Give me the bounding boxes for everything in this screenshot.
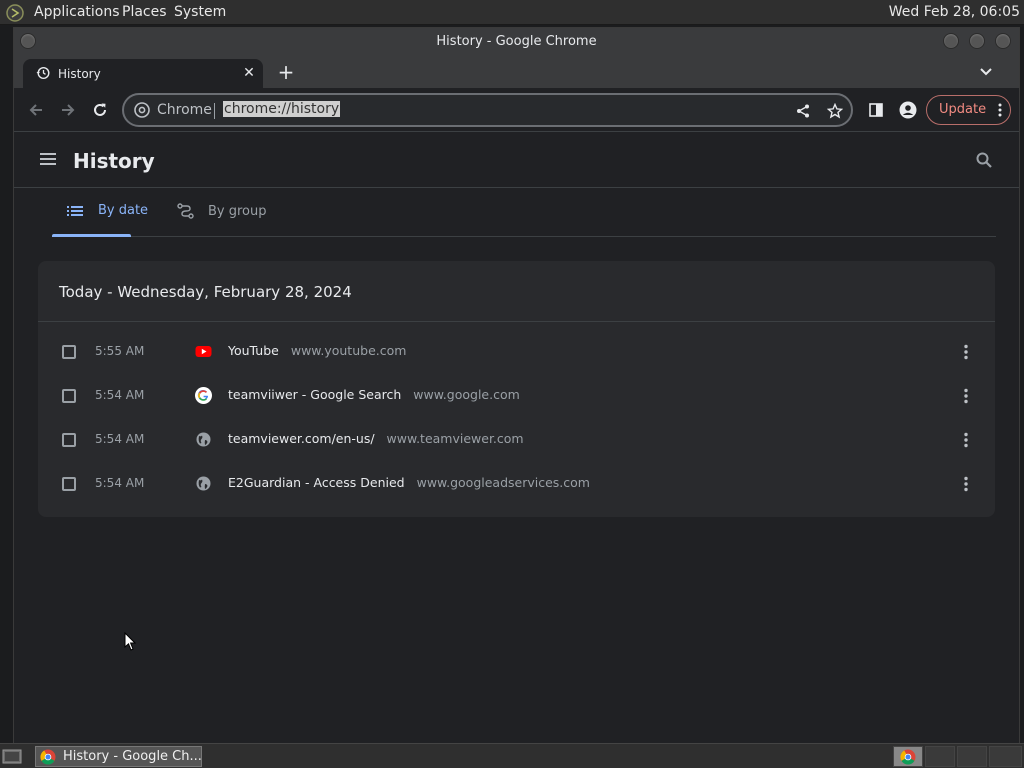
menu-hamburger-icon[interactable] [40,152,56,166]
entry-link[interactable]: teamviewer.com/en-us/www.teamviewer.com [228,431,524,446]
taskbar-window-label: History - Google Ch... [63,749,202,764]
entry-checkbox[interactable] [62,389,76,403]
clock[interactable]: Wed Feb 28, 06:05 [889,4,1020,20]
entry-time: 5:54 AM [95,432,145,446]
window-titlebar[interactable]: History - Google Chrome [14,28,1019,56]
globe-icon [196,432,211,447]
history-page: History By date By group Today - Wednesd… [14,132,1019,744]
workspace-2[interactable] [925,746,955,767]
workspace-1[interactable] [893,746,923,767]
profile-avatar-icon [899,101,917,119]
back-button[interactable] [24,98,48,122]
history-entry[interactable]: 5:55 AM YouTube www.youtube.com [38,330,995,374]
back-arrow-icon [29,104,42,116]
update-label: Update [939,102,987,117]
forward-button[interactable] [56,98,80,122]
page-header: History [14,132,1019,188]
share-icon[interactable] [795,103,811,119]
reload-button[interactable] [88,98,112,122]
entry-link[interactable]: YouTube www.youtube.com [228,343,406,358]
tab-by-date[interactable]: By date [67,203,148,218]
side-panel-button[interactable] [864,98,888,122]
google-icon [195,387,212,404]
applications-menu[interactable]: Applications [34,4,120,20]
distro-logo-icon[interactable] [6,4,24,22]
tab-by-group-label: By group [208,203,267,219]
entry-time: 5:54 AM [95,476,145,490]
entry-domain: www.google.com [413,387,520,402]
taskbar-window-chrome[interactable]: History - Google Ch... [35,746,202,767]
tab-strip: History ✕ + [14,56,1019,88]
bookmark-star-icon[interactable] [827,103,843,119]
entry-checkbox[interactable] [62,345,76,359]
more-vert-icon [998,103,1002,117]
active-tab-indicator [52,234,131,237]
chrome-window: History - Google Chrome History ✕ + Chro… [13,27,1020,744]
chrome-logo-icon [900,749,916,765]
history-view-tabs: By date By group [52,188,996,237]
entry-title: E2Guardian - Access Denied [228,475,405,490]
url-text[interactable]: chrome://history [223,101,341,117]
chrome-logo-icon [40,749,56,765]
page-title: History [73,149,155,173]
search-icon[interactable] [975,151,993,169]
day-header: Today - Wednesday, February 28, 2024 [59,283,352,301]
entry-checkbox[interactable] [62,477,76,491]
window-title: History - Google Chrome [436,34,597,49]
card-divider [38,321,995,322]
history-clock-icon [36,66,50,80]
top-panel: Applications Places System Wed Feb 28, 0… [0,0,1024,25]
tab-label: History [58,67,101,81]
close-tab-icon[interactable]: ✕ [239,63,259,83]
history-entry[interactable]: 5:54 AM teamviewer.com/en-us/www.teamvie… [38,418,995,462]
browser-toolbar: Chrome chrome://history Update [14,88,1019,132]
entry-checkbox[interactable] [62,433,76,447]
entry-title: teamviiwer - Google Search [228,387,402,402]
site-chip-label: Chrome [157,102,212,118]
address-bar[interactable]: Chrome chrome://history [122,93,853,127]
side-panel-icon [869,103,883,117]
more-actions-icon[interactable] [963,432,969,448]
forward-arrow-icon [62,104,75,116]
entry-domain: www.teamviewer.com [386,431,524,446]
more-actions-icon[interactable] [963,344,969,360]
globe-icon [196,476,211,491]
tab-by-date-label: By date [98,203,149,218]
history-day-card: Today - Wednesday, February 28, 2024 5:5… [38,261,995,517]
entry-title: YouTube [228,343,279,358]
new-tab-button[interactable]: + [275,61,297,83]
mouse-cursor-icon [124,632,136,651]
entry-link[interactable]: E2Guardian - Access Denied www.googleadse… [228,475,590,490]
chip-separator [214,103,215,119]
minimize-button[interactable] [943,33,959,49]
entry-link[interactable]: teamviiwer - Google Search www.google.com [228,387,520,402]
show-desktop-icon[interactable] [2,747,22,765]
bottom-panel: History - Google Ch... [0,743,1024,768]
list-icon [67,205,83,216]
chevron-down-icon[interactable] [977,63,995,81]
update-button[interactable]: Update [926,95,1011,125]
workspace-4[interactable] [989,746,1022,767]
reload-icon [94,103,106,116]
entry-domain: www.googleadservices.com [416,475,590,490]
history-entry[interactable]: 5:54 AM E2Guardian - Access Denied www.go… [38,462,995,506]
more-actions-icon[interactable] [963,388,969,404]
history-entry[interactable]: 5:54 AM teamviiwer - Google Search www.go… [38,374,995,418]
group-journeys-icon [177,203,194,219]
places-menu[interactable]: Places [122,4,167,20]
chrome-icon [134,102,150,118]
entry-time: 5:55 AM [95,344,145,358]
system-menu[interactable]: System [174,4,226,20]
entry-time: 5:54 AM [95,388,145,402]
close-window-button[interactable] [995,33,1011,49]
entry-domain: www.youtube.com [290,343,407,358]
tab-history[interactable]: History ✕ [23,59,263,88]
workspace-3[interactable] [957,746,987,767]
profile-button[interactable] [896,98,920,122]
more-actions-icon[interactable] [963,476,969,492]
youtube-icon [195,346,212,357]
tab-by-group[interactable]: By group [177,203,267,219]
entry-title: teamviewer.com/en-us/ [228,431,375,446]
maximize-button[interactable] [969,33,985,49]
